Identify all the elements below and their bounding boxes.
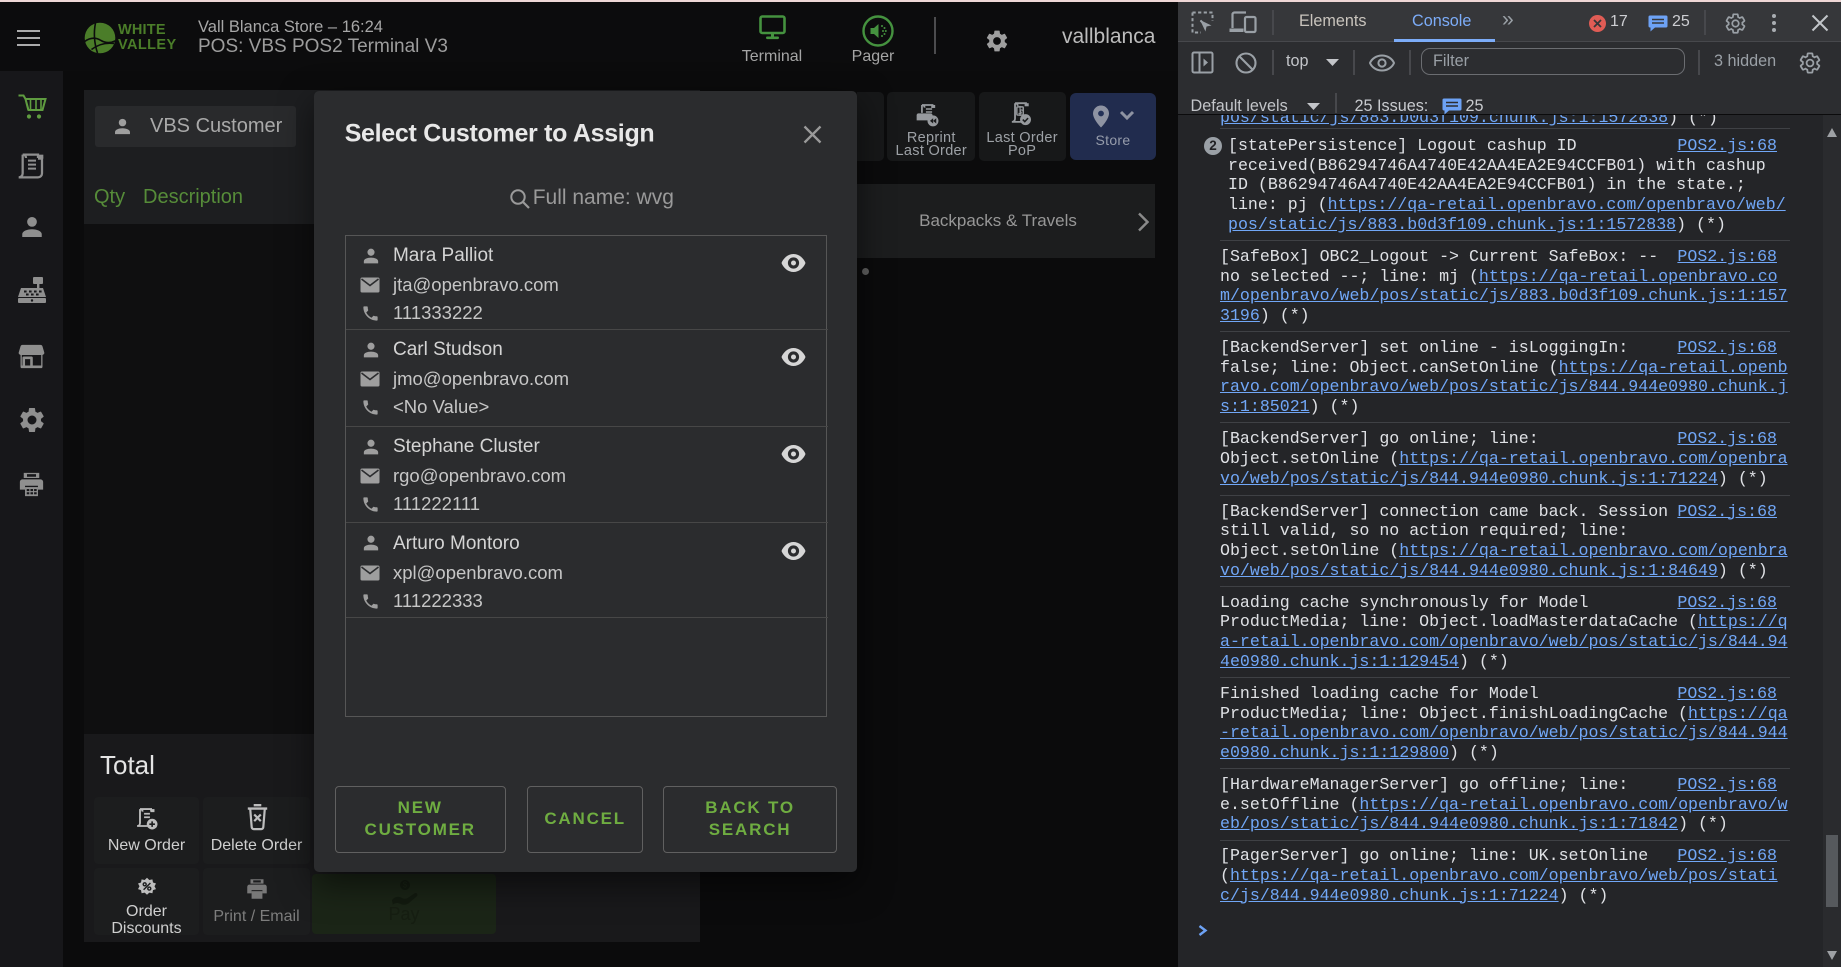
svg-text:$: $ — [403, 881, 408, 890]
